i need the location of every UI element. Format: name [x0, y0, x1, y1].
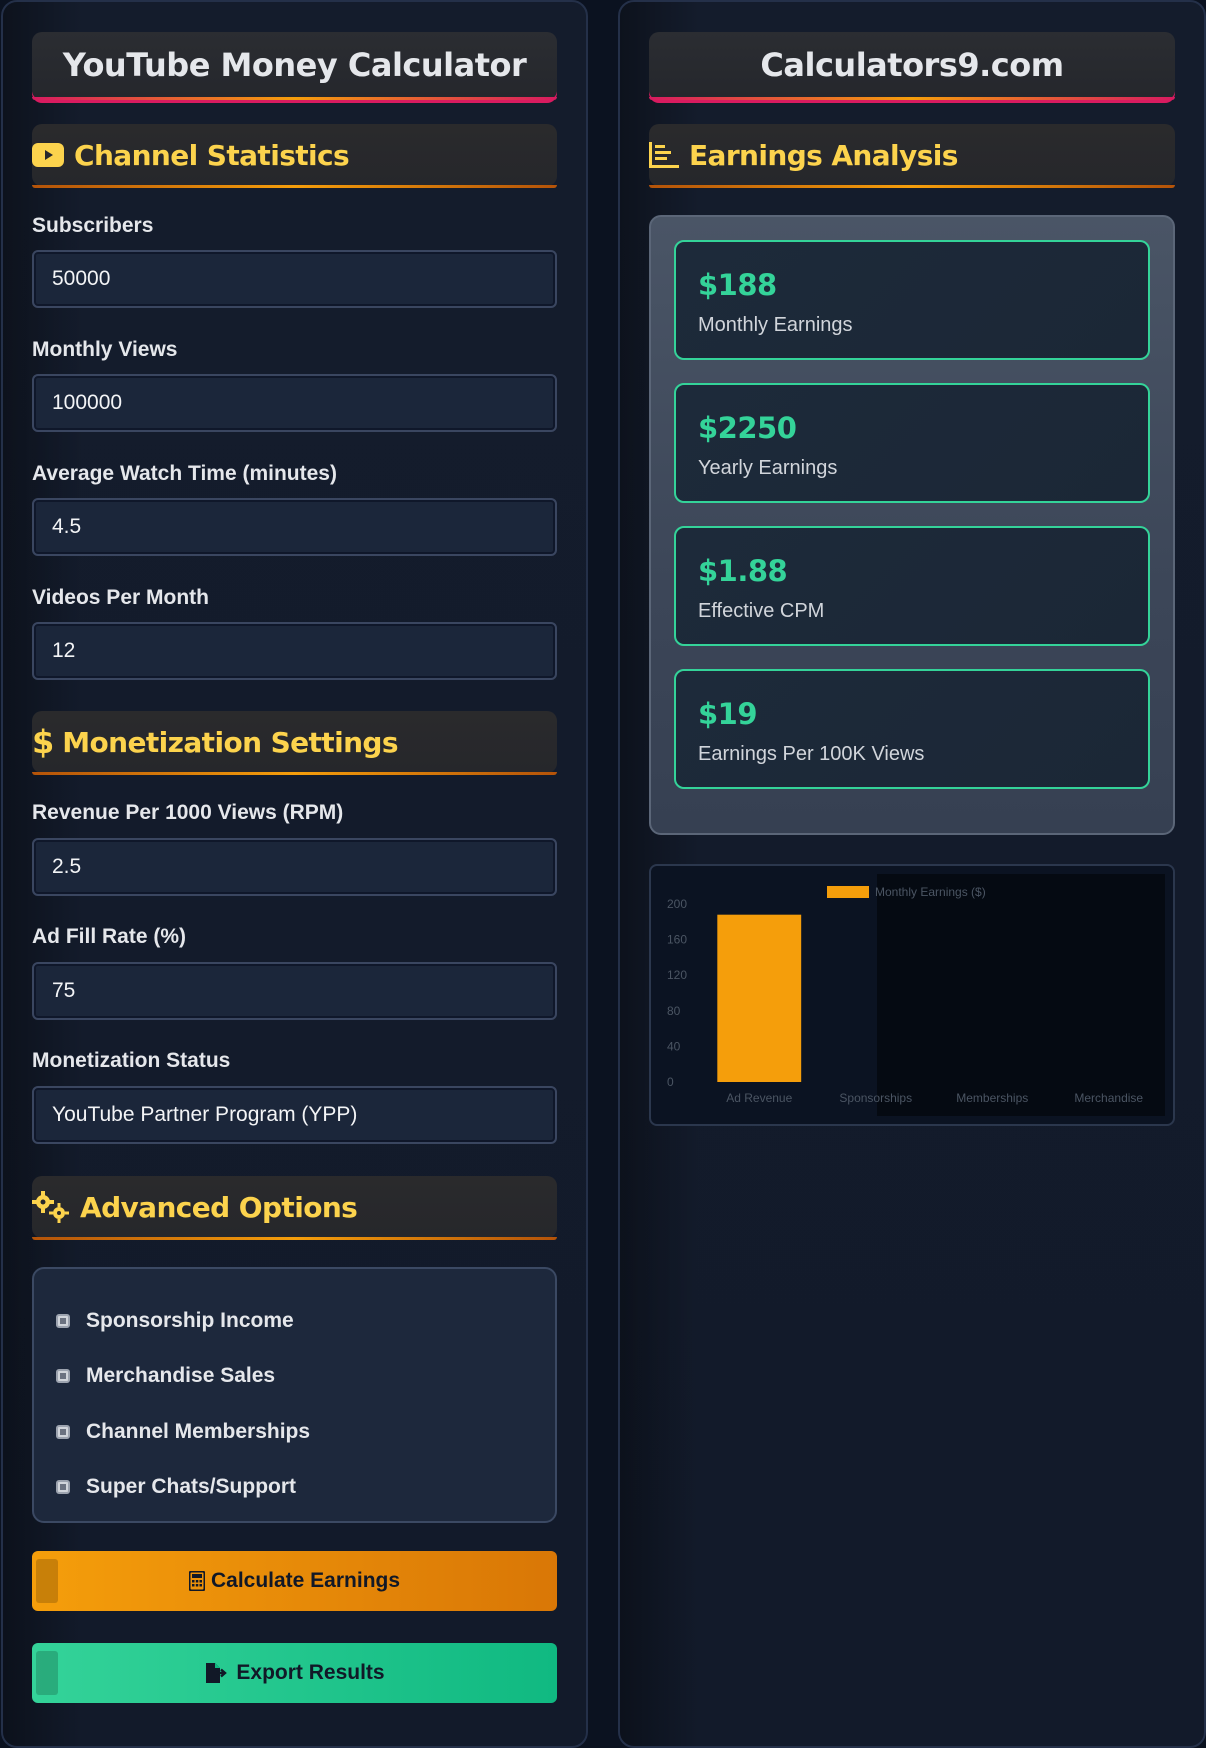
section-monetization-settings: $ Monetization Settings — [32, 711, 557, 775]
option-super-chats[interactable]: Super Chats/Support — [56, 1475, 296, 1499]
button-label: Export Results — [236, 1661, 385, 1684]
section-channel-statistics: Channel Statistics — [32, 124, 557, 188]
section-title: Advanced Options — [80, 1190, 358, 1224]
advanced-options-box: Sponsorship Income Merchandise Sales Cha… — [32, 1267, 557, 1523]
calculator-icon — [188, 1571, 205, 1591]
option-merchandise[interactable]: Merchandise Sales — [56, 1364, 275, 1388]
site-title-bar: Calculators9.com — [649, 32, 1175, 100]
result-label: Earnings Per 100K Views — [698, 743, 925, 765]
subscribers-label: Subscribers — [32, 214, 154, 237]
result-card-cpm: $1.88 Effective CPM — [674, 526, 1150, 646]
site-title: Calculators9.com — [760, 45, 1064, 84]
checkbox[interactable] — [56, 1425, 70, 1439]
watch-time-label: Average Watch Time (minutes) — [32, 462, 337, 485]
legend-label: Monthly Earnings ($) — [875, 885, 986, 899]
section-title: Channel Statistics — [74, 138, 350, 172]
checkbox[interactable] — [56, 1480, 70, 1494]
bar-ad-revenue — [717, 914, 802, 1082]
result-value: $188 — [698, 268, 777, 302]
videos-per-month-label: Videos Per Month — [32, 586, 209, 609]
monetization-status-label: Monetization Status — [32, 1049, 231, 1072]
result-value: $2250 — [698, 411, 797, 445]
fill-rate-label: Ad Fill Rate (%) — [32, 925, 187, 948]
subscribers-input[interactable]: 50000 — [32, 250, 557, 308]
result-label: Yearly Earnings — [698, 457, 838, 479]
fill-rate-input[interactable]: 75 — [32, 962, 557, 1020]
calculator-title-bar: YouTube Money Calculator — [32, 32, 557, 100]
gears-icon — [32, 1191, 70, 1223]
option-label: Super Chats/Support — [86, 1475, 297, 1498]
monthly-views-input[interactable]: 100000 — [32, 374, 557, 432]
earnings-bar-chart: 0 40 80 120 160 200 Ad Revenue Sponsorships Memb… — [667, 885, 1143, 1105]
results-panel: Calculators9.com Earnings Analysis $188 … — [618, 0, 1206, 1748]
y-tick-label: 160 — [667, 933, 687, 947]
option-label: Merchandise Sales — [86, 1364, 276, 1387]
calculator-title: YouTube Money Calculator — [62, 45, 527, 84]
videos-per-month-input[interactable]: 12 — [32, 622, 557, 680]
file-export-icon — [204, 1662, 230, 1684]
x-tick-label: Sponsorships — [839, 1091, 912, 1105]
y-tick-label: 0 — [667, 1075, 674, 1089]
section-title: Earnings Analysis — [689, 138, 958, 172]
chart-bar-icon — [649, 142, 679, 168]
export-results-button[interactable]: Export Results — [32, 1643, 557, 1703]
option-sponsorship[interactable]: Sponsorship Income — [56, 1309, 294, 1333]
result-label: Monthly Earnings — [698, 314, 853, 336]
monthly-views-label: Monthly Views — [32, 338, 178, 361]
button-label: Calculate Earnings — [210, 1569, 401, 1592]
y-tick-label: 40 — [667, 1039, 681, 1053]
y-tick-label: 80 — [667, 1004, 681, 1018]
button-stub — [36, 1651, 58, 1695]
checkbox[interactable] — [56, 1314, 70, 1328]
checkbox[interactable] — [56, 1369, 70, 1383]
x-tick-label: Merchandise — [1074, 1091, 1143, 1105]
rpm-input[interactable]: 2.5 — [32, 838, 557, 896]
results-container: $188 Monthly Earnings $2250 Yearly Earni… — [649, 215, 1175, 835]
result-card-monthly: $188 Monthly Earnings — [674, 240, 1150, 360]
button-stub — [36, 1559, 58, 1603]
option-label: Sponsorship Income — [86, 1309, 294, 1332]
legend-swatch — [827, 886, 869, 898]
y-tick-label: 200 — [667, 897, 687, 911]
section-advanced-options: Advanced Options — [32, 1176, 557, 1240]
result-value: $1.88 — [698, 554, 788, 588]
section-title: Monetization Settings — [62, 725, 398, 759]
calculator-panel: YouTube Money Calculator Channel Statist… — [1, 0, 588, 1748]
calculate-earnings-button[interactable]: Calculate Earnings — [32, 1551, 557, 1611]
section-earnings-analysis: Earnings Analysis — [649, 124, 1175, 188]
option-label: Channel Memberships — [86, 1420, 311, 1443]
result-card-per-100k: $19 Earnings Per 100K Views — [674, 669, 1150, 789]
dollar-icon: $ — [32, 723, 55, 761]
option-memberships[interactable]: Channel Memberships — [56, 1420, 310, 1444]
watch-time-input[interactable]: 4.5 — [32, 498, 557, 556]
rpm-label: Revenue Per 1000 Views (RPM) — [32, 801, 344, 824]
x-tick-label: Ad Revenue — [726, 1091, 792, 1105]
earnings-chart: 0 40 80 120 160 200 Ad Revenue Sponsorships Memb… — [649, 864, 1175, 1126]
y-tick-label: 120 — [667, 968, 687, 982]
result-value: $19 — [698, 697, 758, 731]
result-label: Effective CPM — [698, 600, 825, 622]
youtube-icon — [32, 143, 64, 167]
x-tick-label: Memberships — [956, 1091, 1028, 1105]
result-card-yearly: $2250 Yearly Earnings — [674, 383, 1150, 503]
monetization-status-select[interactable]: YouTube Partner Program (YPP) — [32, 1086, 557, 1144]
